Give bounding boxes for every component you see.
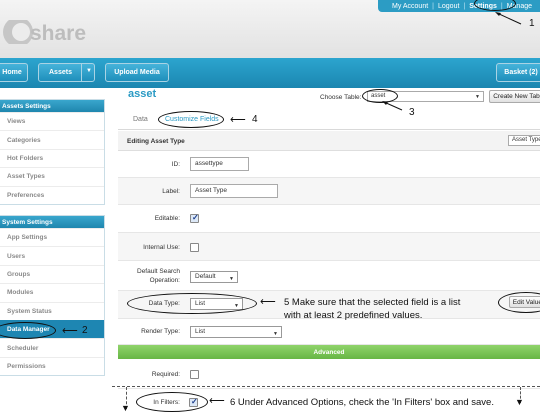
sidebar-item-system-status[interactable]: System Status [0, 301, 104, 320]
my-account-link[interactable]: My Account [388, 3, 432, 10]
sidebar-item-modules[interactable]: Modules [0, 283, 104, 301]
annotation-arrow-4: ⟵ [230, 114, 246, 126]
sidebar-item-hot-folders[interactable]: Hot Folders [0, 148, 104, 167]
annotation-arrow-2: ⟵ [62, 325, 78, 337]
chevron-down-icon: ▼ [475, 94, 480, 100]
editable-label: Editable: [154, 215, 180, 222]
logout-link[interactable]: Logout [434, 3, 463, 10]
sidebar-item-permissions[interactable]: Permissions [0, 356, 104, 375]
sidebar-item-views[interactable]: Views [0, 112, 104, 130]
editable-checkbox[interactable] [190, 213, 199, 223]
chevron-down-icon: ▼ [273, 331, 278, 337]
choose-table-label: Choose Table: [320, 94, 362, 101]
field-row-required [118, 359, 540, 389]
assets-button-label: Assets [49, 69, 72, 76]
label-label: Label: [162, 188, 180, 195]
required-label: Required: [151, 371, 180, 378]
basket-button[interactable]: Basket (2) [496, 63, 540, 82]
field-row-search [118, 261, 540, 291]
annotation-number-2: 2 [82, 325, 88, 336]
annotation-number-3: 3 [409, 107, 415, 118]
chevron-down-icon[interactable]: ▼ [86, 68, 92, 74]
sidebar-item-groups[interactable]: Groups [0, 264, 104, 283]
editing-label: Editing Asset Type [127, 138, 185, 145]
required-checkbox[interactable] [190, 370, 199, 379]
search-operation-label-2: Operation: [149, 277, 180, 284]
annotation-note-5-line2: with at least 2 predefined values. [284, 310, 423, 321]
render-type-value: List [195, 328, 206, 335]
split-divider [81, 64, 82, 81]
render-type-label: Render Type: [141, 328, 180, 335]
annotation-down-arrow-left: ▼ [121, 403, 130, 413]
search-operation-value: Default [195, 273, 216, 280]
internal-use-checkbox[interactable] [190, 243, 199, 252]
annotation-arrow-1 [495, 12, 522, 25]
label-input[interactable]: Asset Type [190, 184, 278, 198]
annotation-note-5-line1: 5 Make sure that the selected field is a… [284, 297, 461, 308]
sidebar-item-preferences[interactable]: Preferences [0, 185, 104, 204]
annotation-arrow-3 [382, 101, 403, 111]
field-row-editable [118, 205, 540, 233]
annotation-arrow-5: ⟵ [260, 296, 276, 308]
annotation-down-arrow-right: ▼ [515, 397, 524, 407]
annotation-note-6: 6 Under Advanced Options, check the 'In … [230, 397, 494, 408]
sidebar-item-users[interactable]: Users [0, 246, 104, 264]
logo-text: share [30, 22, 87, 45]
field-row-render [118, 319, 540, 345]
id-input[interactable]: assettype [190, 157, 249, 171]
field-row-id [118, 151, 540, 178]
annotation-arrow-6: ⟵ [209, 395, 225, 407]
sidebar-item-scheduler[interactable]: Scheduler [0, 338, 104, 356]
sidebar-item-app-settings[interactable]: App Settings [0, 228, 104, 246]
annotation-ellipse-data-type [127, 293, 257, 314]
annotation-number-1: 1 [529, 18, 535, 29]
sidebar-item-asset-types[interactable]: Asset Types [0, 167, 104, 185]
id-label: ID: [171, 161, 180, 168]
annotation-dashed-line [112, 386, 540, 387]
system-settings-heading: System Settings [0, 216, 104, 228]
advanced-section-heading: Advanced [118, 345, 540, 359]
system-settings-panel: System Settings App Settings Users Group… [0, 215, 105, 377]
field-row-internal [118, 233, 540, 261]
search-operation-label-1: Default Search [137, 268, 180, 275]
assets-settings-panel: Assets Settings Views Categories Hot Fol… [0, 99, 105, 205]
internal-use-label: Internal Use: [143, 244, 180, 251]
search-operation-select[interactable]: Default ▼ [190, 271, 238, 283]
chevron-down-icon: ▼ [229, 276, 234, 282]
home-button[interactable]: Home [0, 63, 28, 82]
page-title: asset [128, 88, 157, 100]
assets-settings-heading: Assets Settings [0, 100, 104, 112]
create-new-table-button[interactable]: Create New Table [489, 90, 540, 103]
render-type-select[interactable]: List ▼ [190, 326, 282, 338]
sidebar-item-categories[interactable]: Categories [0, 130, 104, 148]
annotation-number-4: 4 [252, 114, 258, 125]
upload-media-button[interactable]: Upload Media [105, 63, 169, 82]
field-selector[interactable]: Asset Type [508, 135, 540, 146]
annotation-ellipse-in-filters [136, 392, 208, 412]
annotation-ellipse-customize-fields [158, 111, 224, 128]
field-row-label [118, 178, 540, 205]
tab-data[interactable]: Data [133, 116, 148, 123]
assets-button[interactable]: Assets ▼ [38, 63, 95, 82]
